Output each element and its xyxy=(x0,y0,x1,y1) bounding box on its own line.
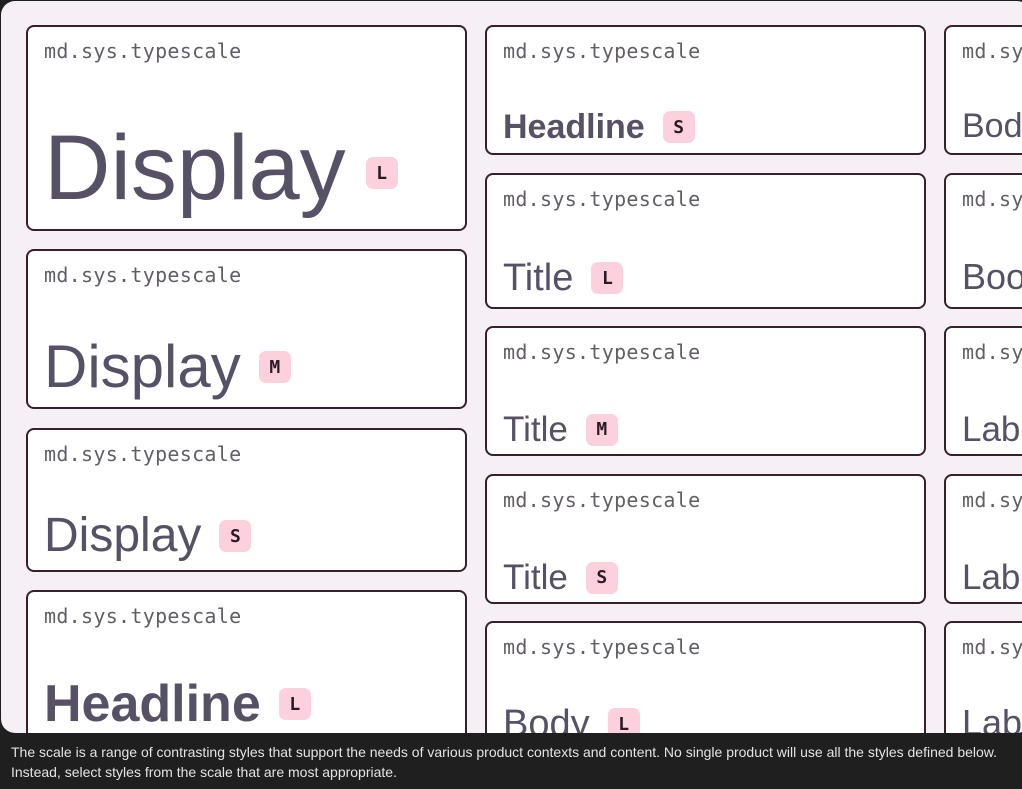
typescale-card-label-medium: md.sy Labe xyxy=(944,474,1022,604)
token-label: md.sys.typescale xyxy=(503,340,701,364)
sample-text: Display xyxy=(44,117,346,219)
sample-text: Body xyxy=(503,703,590,733)
sample-row: Headline L xyxy=(44,678,311,730)
token-label: md.sys.typescale xyxy=(44,442,242,466)
sample-row: Bod xyxy=(962,109,1022,143)
token-label: md.sy xyxy=(962,488,1022,512)
typescale-card-label-large: md.sy Labe xyxy=(944,326,1022,456)
typescale-card-title-medium: md.sys.typescale Title M xyxy=(485,326,926,456)
size-badge: M xyxy=(585,413,618,446)
sample-row: Title S xyxy=(503,560,618,595)
typescale-card-label-small: md.sy Lab xyxy=(944,621,1022,733)
size-badge: L xyxy=(278,688,311,720)
token-label: md.sy xyxy=(962,340,1022,364)
sample-row: Headline S xyxy=(503,110,695,144)
sample-text: Title xyxy=(503,257,574,299)
typescale-card-display-small: md.sys.typescale Display S xyxy=(26,428,467,572)
typescale-card-title-small: md.sys.typescale Title S xyxy=(485,474,926,604)
token-label: md.sys.typescale xyxy=(44,604,242,628)
sample-row: Body L xyxy=(503,705,640,733)
typescale-card-headline-large: md.sys.typescale Headline L xyxy=(26,590,467,733)
token-label: md.sys.typescale xyxy=(44,39,242,63)
sample-text: Bod xyxy=(962,107,1022,145)
typescale-card-body-medium: md.sy Bod xyxy=(944,25,1022,155)
typescale-card-display-medium: md.sys.typescale Display M xyxy=(26,249,467,409)
sample-text: Labe xyxy=(962,558,1022,597)
sample-text: Boo xyxy=(962,256,1022,297)
token-label: md.sy xyxy=(962,39,1022,63)
sample-text: Headline xyxy=(44,675,261,733)
sample-text: Headline xyxy=(503,108,645,146)
sample-text: Lab xyxy=(962,702,1022,734)
typescale-card-display-large: md.sys.typescale Display L xyxy=(26,25,467,231)
sample-row: Display M xyxy=(44,337,291,397)
sample-text: Display xyxy=(44,509,202,562)
size-badge: S xyxy=(585,561,618,594)
typescale-card-body-small: md.sy Boo xyxy=(944,173,1022,309)
token-label: md.sys.typescale xyxy=(503,39,701,63)
size-badge: L xyxy=(591,262,624,294)
token-label: md.sys.typescale xyxy=(503,635,701,659)
sample-text: Display xyxy=(44,333,241,400)
token-label: md.sy xyxy=(962,187,1022,211)
sample-row: Boo xyxy=(962,259,1022,295)
typescale-panel: md.sys.typescale Display L md.sys.typesc… xyxy=(1,1,1022,733)
token-label: md.sys.typescale xyxy=(503,488,701,512)
size-badge: L xyxy=(607,708,640,733)
sample-row: Title M xyxy=(503,412,618,447)
caption-text: The scale is a range of contrasting styl… xyxy=(11,744,998,780)
token-label: md.sys.typescale xyxy=(44,263,242,287)
sample-row: Title L xyxy=(503,257,624,299)
sample-row: Display L xyxy=(44,122,398,214)
typescale-card-body-large: md.sys.typescale Body L xyxy=(485,621,926,733)
size-badge: S xyxy=(219,520,252,552)
sample-row: Labe xyxy=(962,412,1022,447)
sample-row: Lab xyxy=(962,702,1022,734)
sample-text: Title xyxy=(503,410,568,449)
token-label: md.sys.typescale xyxy=(503,187,701,211)
token-label: md.sy xyxy=(962,635,1022,659)
sample-text: Labe xyxy=(962,410,1022,449)
size-badge: L xyxy=(365,157,398,189)
sample-row: Display S xyxy=(44,509,252,562)
size-badge: M xyxy=(258,351,291,383)
typescale-card-headline-small: md.sys.typescale Headline S xyxy=(485,25,926,155)
size-badge: S xyxy=(662,111,695,143)
typescale-card-title-large: md.sys.typescale Title L xyxy=(485,173,926,309)
sample-row: Labe xyxy=(962,560,1022,595)
sample-text: Title xyxy=(503,558,568,597)
